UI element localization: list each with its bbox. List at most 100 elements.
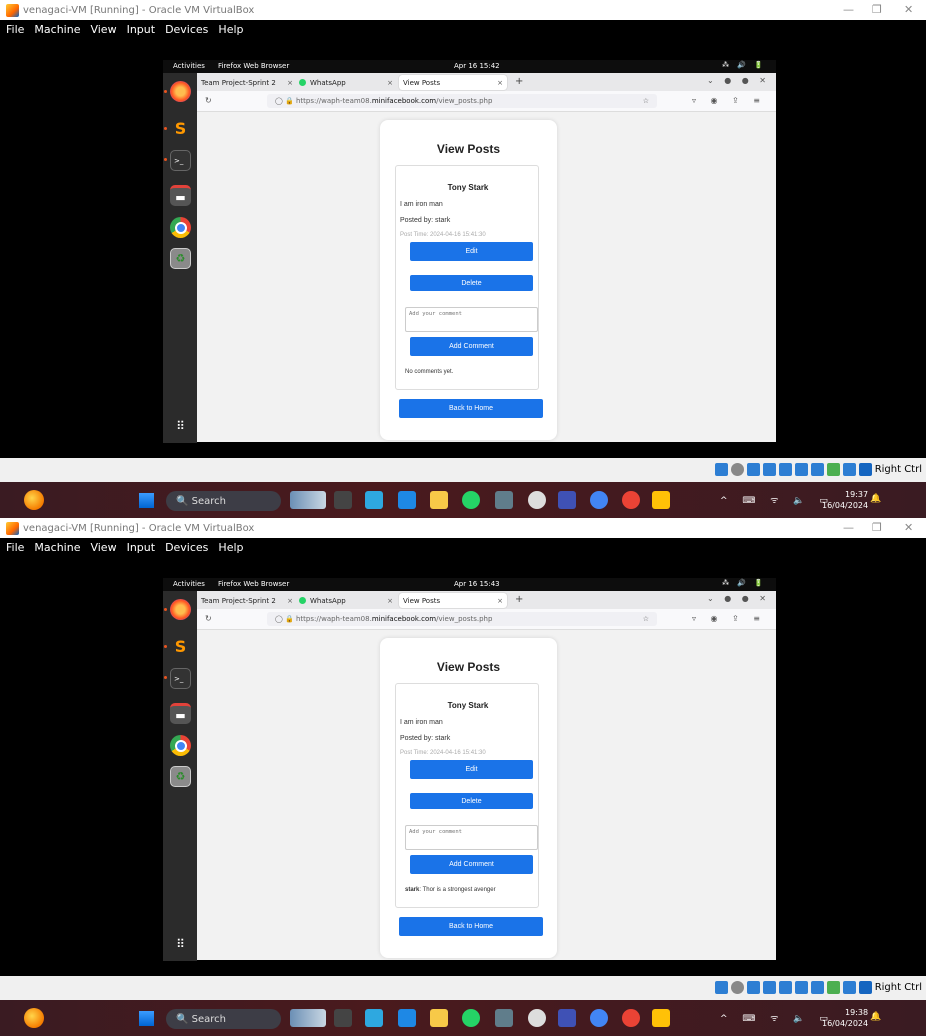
gnome-clock[interactable]: Apr 16 15:43 — [454, 580, 500, 588]
vb-status-icon[interactable] — [778, 462, 792, 476]
chrome-icon[interactable] — [170, 217, 191, 238]
teams-icon[interactable] — [365, 1009, 383, 1027]
taskbar-search[interactable]: 🔍 Search — [166, 491, 281, 511]
tab-view-posts[interactable]: View Posts × — [399, 593, 507, 608]
close-button[interactable]: ✕ — [904, 521, 913, 534]
menu-machine[interactable]: Machine — [34, 23, 80, 36]
file-explorer-icon[interactable] — [430, 491, 448, 509]
close-tab-icon[interactable]: × — [497, 597, 503, 605]
taskbar-tray[interactable]: ^ ⌨ ᯤ 🔈 ▭ — [720, 493, 834, 506]
focused-app-name[interactable]: Firefox Web Browser — [218, 62, 289, 70]
menu-input[interactable]: Input — [127, 541, 155, 554]
tab-view-posts[interactable]: View Posts × — [399, 75, 507, 90]
delete-button[interactable]: Delete — [410, 793, 533, 809]
new-tab-icon[interactable]: + — [515, 594, 523, 605]
toolbar-right-icons[interactable]: ▿ ◉ ⇪ ≡ — [692, 614, 766, 623]
menu-machine[interactable]: Machine — [34, 541, 80, 554]
calculator-icon[interactable] — [495, 491, 513, 509]
activities-button[interactable]: Activities — [173, 580, 205, 588]
close-tab-icon[interactable]: × — [497, 79, 503, 87]
github-icon[interactable] — [528, 491, 546, 509]
vb-status-icon[interactable] — [714, 462, 728, 476]
firefox-icon[interactable] — [170, 599, 191, 620]
menu-file[interactable]: File — [6, 23, 24, 36]
gnome-clock[interactable]: Apr 16 15:42 — [454, 62, 500, 70]
vb-status-icon[interactable] — [794, 980, 808, 994]
add-comment-button[interactable]: Add Comment — [410, 855, 533, 874]
files-icon[interactable]: ▬ — [170, 185, 191, 206]
bookmark-star-icon[interactable]: ☆ — [643, 615, 649, 623]
delete-button[interactable]: Delete — [410, 275, 533, 291]
add-comment-button[interactable]: Add Comment — [410, 337, 533, 356]
browser-window-controls[interactable]: ⌄ ● ● ✕ — [707, 594, 770, 603]
menu-help[interactable]: Help — [218, 23, 243, 36]
calculator-icon[interactable] — [495, 1009, 513, 1027]
vb-status-icon[interactable] — [746, 462, 760, 476]
toolbar-right-icons[interactable]: ▿ ◉ ⇪ ≡ — [692, 96, 766, 105]
vb-status-icon[interactable] — [858, 980, 872, 994]
edit-button[interactable]: Edit — [410, 242, 533, 261]
vb-status-icon[interactable] — [826, 462, 840, 476]
whatsapp-taskbar-icon[interactable] — [462, 1009, 480, 1027]
minimize-button[interactable]: — — [843, 3, 854, 16]
comment-input[interactable] — [405, 825, 538, 850]
taskbar-search[interactable]: 🔍 Search — [166, 1009, 281, 1029]
trash-icon[interactable]: ♻ — [170, 766, 191, 787]
comment-input[interactable] — [405, 307, 538, 332]
chrome-icon[interactable] — [170, 735, 191, 756]
menu-input[interactable]: Input — [127, 23, 155, 36]
menu-view[interactable]: View — [90, 541, 116, 554]
close-tab-icon[interactable]: × — [287, 597, 293, 605]
vb-status-icon[interactable] — [794, 462, 808, 476]
back-to-home-button[interactable]: Back to Home — [399, 917, 543, 936]
chrome-profile-icon[interactable] — [622, 491, 640, 509]
weather-widget-icon[interactable] — [290, 491, 326, 509]
vb-status-icon[interactable] — [714, 980, 728, 994]
vb-status-icon[interactable] — [858, 462, 872, 476]
terminal-icon[interactable]: >_ — [170, 150, 191, 171]
app-icon[interactable] — [558, 1009, 576, 1027]
trash-icon[interactable]: ♻ — [170, 248, 191, 269]
edit-button[interactable]: Edit — [410, 760, 533, 779]
close-button[interactable]: ✕ — [904, 3, 913, 16]
new-tab-icon[interactable]: + — [515, 76, 523, 87]
focused-app-name[interactable]: Firefox Web Browser — [218, 580, 289, 588]
maximize-button[interactable]: ❐ — [872, 3, 882, 16]
taskbar-tray[interactable]: ^ ⌨ ᯤ 🔈 ▭ — [720, 1011, 834, 1024]
vb-status-icon[interactable] — [730, 980, 744, 994]
vb-status-icon[interactable] — [826, 980, 840, 994]
bookmark-star-icon[interactable]: ☆ — [643, 97, 649, 105]
vb-status-icon[interactable] — [762, 462, 776, 476]
vscode-icon[interactable] — [398, 491, 416, 509]
sublime-text-icon[interactable]: S — [170, 118, 191, 139]
browser-window-controls[interactable]: ⌄ ● ● ✕ — [707, 76, 770, 85]
vb-status-icon[interactable] — [778, 980, 792, 994]
vb-status-icon[interactable] — [746, 980, 760, 994]
close-tab-icon[interactable]: × — [287, 79, 293, 87]
vb-status-icon[interactable] — [810, 980, 824, 994]
vb-status-icon[interactable] — [810, 462, 824, 476]
app-icon[interactable] — [652, 1009, 670, 1027]
notification-bell-icon[interactable]: 🔔 — [870, 1012, 881, 1022]
menu-view[interactable]: View — [90, 23, 116, 36]
chrome-taskbar-icon[interactable] — [590, 1009, 608, 1027]
teams-icon[interactable] — [365, 491, 383, 509]
minimize-button[interactable]: — — [843, 521, 854, 534]
weather-widget-icon[interactable] — [290, 1009, 326, 1027]
close-tab-icon[interactable]: × — [387, 79, 393, 87]
notification-bell-icon[interactable]: 🔔 — [870, 494, 881, 504]
show-apps-icon[interactable]: ⠿ — [170, 415, 191, 436]
task-view-icon[interactable] — [334, 1009, 352, 1027]
address-bar[interactable]: ◯ 🔒 https://waph-team08. minifacebook.com… — [267, 94, 657, 108]
gnome-system-tray[interactable]: ⁂ 🔊 🔋 — [722, 579, 766, 587]
menu-devices[interactable]: Devices — [165, 541, 208, 554]
firefox-icon[interactable] — [170, 81, 191, 102]
vb-status-icon[interactable] — [730, 462, 744, 476]
reload-icon[interactable]: ↻ — [205, 614, 212, 623]
task-view-icon[interactable] — [334, 491, 352, 509]
vb-status-icon[interactable] — [762, 980, 776, 994]
gnome-system-tray[interactable]: ⁂ 🔊 🔋 — [722, 61, 766, 69]
chrome-taskbar-icon[interactable] — [590, 491, 608, 509]
file-explorer-icon[interactable] — [430, 1009, 448, 1027]
vscode-icon[interactable] — [398, 1009, 416, 1027]
